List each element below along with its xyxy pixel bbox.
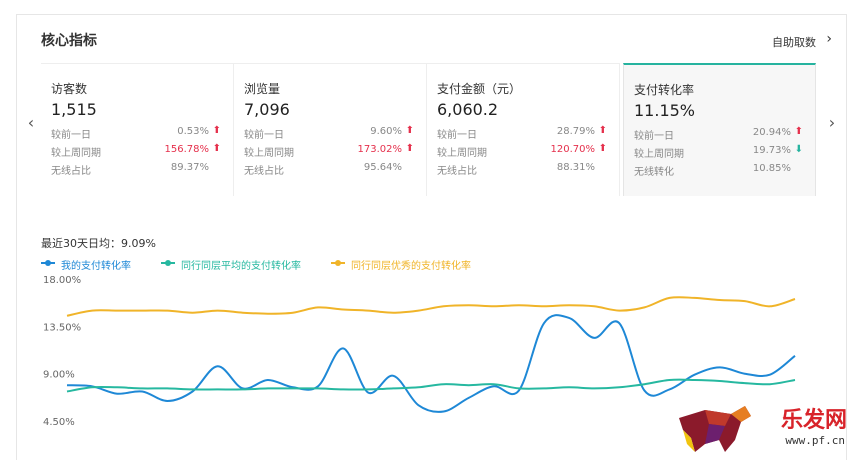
kpi-row-label: 较前一日 — [634, 127, 674, 142]
kpi-row-label: 较上周同期 — [244, 144, 294, 159]
kpi-row-value: 28.79% — [557, 126, 595, 137]
kpi-row-value: 120.70% — [551, 144, 596, 155]
kpi-row-value: 95.64% — [364, 162, 402, 173]
kpi-row-value: 89.37% — [171, 162, 209, 173]
kpi-wireless: 无线占比 89.37% — [51, 162, 223, 178]
legend-swatch — [161, 262, 175, 264]
watermark: 乐发网 www.pf.cn — [675, 398, 855, 456]
kpi-row-value: 156.78% — [165, 144, 210, 155]
kpi-compare-week: 较上周同期 156.78%⬆ — [51, 144, 223, 160]
self-fetch-link[interactable]: 自助取数 › — [772, 34, 816, 50]
kpi-row-value: 0.53% — [177, 126, 209, 137]
chevron-right-icon: › — [826, 31, 832, 47]
kpi-compare-week: 较上周同期 19.73% ⬇ — [634, 145, 805, 161]
series-line-2[interactable] — [67, 380, 795, 392]
kpi-compare-day: 较前一日 20.94% ⬆ — [634, 127, 805, 143]
kpi-row-label: 较上周同期 — [634, 145, 684, 160]
kpi-row-label: 无线占比 — [437, 162, 477, 177]
kpi-value: 6,060.2 — [437, 100, 498, 119]
kpi-row-value: 173.02% — [358, 144, 403, 155]
kpi-wireless: 无线占比 95.64% — [244, 162, 416, 178]
kpi-row-value: 9.60% — [370, 126, 402, 137]
kpi-wireless: 无线占比 88.31% — [437, 162, 609, 178]
arrow-up-icon: ⬆ — [599, 143, 607, 154]
y-tick-label: 4.50% — [43, 417, 75, 428]
legend-swatch — [41, 262, 55, 264]
kpi-value: 11.15% — [634, 101, 695, 120]
arrow-down-icon: ⬇ — [795, 144, 803, 155]
legend-label: 同行同层优秀的支付转化率 — [351, 257, 471, 272]
legend-swatch — [331, 262, 345, 264]
arrow-up-icon: ⬆ — [406, 143, 414, 154]
kpi-row: ‹ 访客数 1,515 较前一日0.53%⬆ 较上周同期156.78%⬆ 无线占… — [17, 63, 846, 197]
legend-label: 同行同层平均的支付转化率 — [181, 257, 301, 272]
chevron-left-icon[interactable]: ‹ — [21, 113, 41, 132]
y-tick-label: 9.00% — [43, 370, 75, 381]
kpi-row-value: 10.85% — [753, 163, 791, 174]
kpi-value: 1,515 — [51, 100, 97, 119]
kpi-row-label: 较前一日 — [244, 126, 284, 141]
kpi-value: 7,096 — [244, 100, 290, 119]
kpi-row-value: 20.94% — [753, 127, 791, 138]
arrow-up-icon: ⬆ — [406, 125, 414, 136]
kpi-row-value: 19.73% — [753, 145, 791, 156]
chevron-right-icon[interactable]: › — [822, 113, 842, 132]
kpi-card-conversion-rate[interactable]: 支付转化率 11.15% 较前一日 20.94% ⬆ 较上周同期 19.73% ⬇ 无线… — [623, 63, 816, 196]
kpi-row-label: 较上周同期 — [437, 144, 487, 159]
thirty-day-average: 最近30天日均：9.09% — [41, 235, 156, 251]
kpi-row-label: 无线占比 — [244, 162, 284, 177]
bull-logo-icon — [675, 400, 755, 454]
kpi-row-label: 无线转化 — [634, 163, 674, 178]
kpi-compare-week: 较上周同期 173.02%⬆ — [244, 144, 416, 160]
kpi-compare-day: 较前一日 9.60% ⬆ — [244, 126, 416, 142]
kpi-card-pageviews[interactable]: 浏览量 7,096 较前一日 9.60% ⬆ 较上周同期 173.02%⬆ 无线占比 9… — [234, 63, 427, 196]
arrow-up-icon: ⬆ — [213, 143, 221, 154]
core-metrics-panel: 核心指标 自助取数 › ‹ 访客数 1,515 较前一日 0.53% ⬆ 较上周同期… — [16, 14, 847, 460]
kpi-row-label: 较前一日 — [437, 126, 477, 141]
arrow-up-icon: ⬆ — [795, 126, 803, 137]
kpi-row-label: 较上周同期 — [51, 144, 101, 159]
kpi-name: 支付金额（元） — [437, 80, 521, 97]
kpi-name: 支付转化率 — [634, 81, 694, 98]
self-fetch-label: 自助取数 — [772, 36, 816, 49]
watermark-brand: 乐发网 — [781, 402, 847, 434]
y-tick-label: 18.00% — [43, 275, 81, 286]
kpi-compare-day: 较前一日 0.53% ⬆ — [51, 126, 223, 142]
panel-header: 核心指标 自助取数 › — [17, 15, 846, 63]
kpi-wireless: 无线转化 10.85% — [634, 163, 805, 179]
legend-label: 我的支付转化率 — [61, 257, 131, 272]
arrow-up-icon: ⬆ — [599, 125, 607, 136]
kpi-row-label: 较前一日 — [51, 126, 91, 141]
kpi-card-visitors[interactable]: 访客数 1,515 较前一日 0.53% ⬆ 较上周同期 156.78%⬆ 无线占比 8… — [41, 63, 234, 196]
kpi-name: 访客数 — [51, 80, 87, 97]
kpi-name: 浏览量 — [244, 80, 280, 97]
series-line-3[interactable] — [67, 297, 795, 316]
kpi-compare-day: 较前一日 28.79% ⬆ — [437, 126, 609, 142]
kpi-compare-week: 较上周同期 120.70%⬆ — [437, 144, 609, 160]
kpi-row-value: 88.31% — [557, 162, 595, 173]
kpi-row-label: 无线占比 — [51, 162, 91, 177]
arrow-up-icon: ⬆ — [213, 125, 221, 136]
watermark-url: www.pf.cn — [785, 434, 845, 447]
panel-title: 核心指标 — [41, 30, 97, 50]
kpi-card-payment-amount[interactable]: 支付金额（元） 6,060.2 较前一日 28.79% ⬆ 较上周同期 120.70%… — [427, 63, 620, 196]
y-tick-label: 13.50% — [43, 322, 81, 333]
